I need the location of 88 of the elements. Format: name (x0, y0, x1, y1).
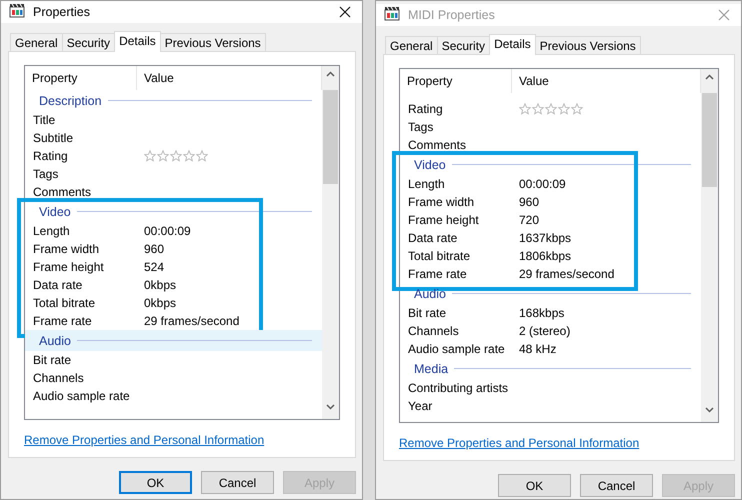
property-value: 0kbps (144, 278, 178, 292)
scrollbar-thumb[interactable] (323, 90, 338, 184)
column-header[interactable]: Property (25, 66, 137, 90)
group-header[interactable]: Video (400, 154, 701, 175)
property-name: Length (33, 224, 71, 238)
property-name: Total bitrate (33, 296, 96, 310)
property-value: 48 kHz (519, 342, 558, 356)
star-icon (519, 103, 531, 115)
property-name: Year (408, 399, 434, 413)
dialog-button[interactable]: OK (498, 474, 571, 497)
chevron-up-icon[interactable] (705, 74, 714, 80)
close-icon[interactable] (339, 6, 351, 18)
star-icon (144, 150, 156, 162)
remove-properties-link[interactable]: Remove Properties and Personal Information (24, 433, 264, 449)
property-name: Contributing artists (408, 381, 510, 395)
property-name: Total bitrate (408, 249, 472, 263)
dialog-button[interactable]: Cancel (580, 474, 653, 497)
property-name: Channels (33, 371, 85, 385)
scrollbar[interactable] (701, 69, 718, 422)
property-value: 168kbps (519, 306, 566, 320)
property-name: Frame rate (33, 314, 93, 328)
property-name: Frame height (33, 260, 105, 274)
property-value: 00:00:09 (144, 224, 192, 238)
group-header[interactable]: Video (25, 201, 322, 222)
group-header[interactable]: Audio (400, 283, 701, 304)
property-value: 1637kbps (519, 231, 572, 245)
window-title: MIDI Properties (408, 8, 495, 22)
tab[interactable]: Details (114, 31, 161, 52)
property-name: Frame height (408, 213, 480, 227)
dialog-button[interactable]: OK (119, 471, 192, 494)
star-rating[interactable] (519, 103, 583, 115)
property-name: Bit rate (33, 353, 72, 367)
property-value: 960 (519, 195, 540, 209)
star-icon (571, 103, 583, 115)
property-name: Audio sample rate (408, 342, 506, 356)
property-name: Frame width (408, 195, 476, 209)
chevron-up-icon[interactable] (326, 71, 335, 77)
property-name: Title (33, 113, 56, 127)
tab[interactable]: Security (436, 36, 490, 54)
property-name: Bit rate (408, 306, 448, 320)
property-name: Subtitle (33, 131, 74, 145)
dialog-button[interactable]: Cancel (201, 471, 274, 494)
tab[interactable]: General (10, 33, 63, 51)
property-name: Comments (408, 138, 468, 152)
star-icon (545, 103, 557, 115)
scrollbar[interactable] (322, 66, 339, 419)
star-icon (157, 150, 169, 162)
property-value: 1806kbps (519, 249, 572, 263)
property-name: Data rate (408, 231, 458, 245)
property-name: Comments (33, 185, 92, 199)
property-value: 00:00:09 (519, 177, 567, 191)
property-name: Frame width (33, 242, 100, 256)
tab[interactable]: Details (489, 34, 536, 55)
star-icon (170, 150, 182, 162)
property-value: 29 frames/second (144, 314, 240, 328)
star-rating[interactable] (144, 150, 208, 162)
property-name: Audio sample rate (33, 389, 131, 403)
property-name: Data rate (33, 278, 84, 292)
property-value: 720 (519, 213, 540, 227)
property-value: 0kbps (144, 296, 178, 310)
remove-properties-link[interactable]: Remove Properties and Personal Information (399, 436, 640, 452)
star-icon (532, 103, 544, 115)
scrollbar-thumb[interactable] (702, 93, 717, 187)
property-name: Tags (408, 120, 434, 134)
star-icon (196, 150, 208, 162)
tab[interactable]: General (385, 36, 438, 54)
property-name: Rating (33, 149, 69, 163)
property-value: 960 (144, 242, 166, 256)
property-name: Frame rate (408, 267, 468, 281)
group-header[interactable]: Audio (25, 330, 322, 351)
tab[interactable]: Previous Versions (160, 33, 266, 51)
window-title: Properties (33, 5, 90, 19)
property-value: 524 (144, 260, 166, 274)
property-name: Channels (408, 324, 460, 338)
star-icon (183, 150, 195, 162)
group-header[interactable]: Media (400, 358, 701, 379)
chevron-down-icon[interactable] (326, 404, 335, 410)
property-name: Length (408, 177, 446, 191)
property-value: 2 (stereo) (519, 324, 572, 338)
tab[interactable]: Security (62, 33, 116, 51)
property-value: 29 frames/second (519, 267, 616, 281)
group-header[interactable]: Description (25, 90, 322, 111)
chevron-down-icon[interactable] (705, 407, 714, 413)
column-header[interactable]: Property (400, 69, 512, 93)
property-name: Tags (33, 167, 60, 181)
property-name: Rating (408, 102, 444, 116)
tab[interactable]: Previous Versions (534, 36, 641, 54)
star-icon (558, 103, 570, 115)
